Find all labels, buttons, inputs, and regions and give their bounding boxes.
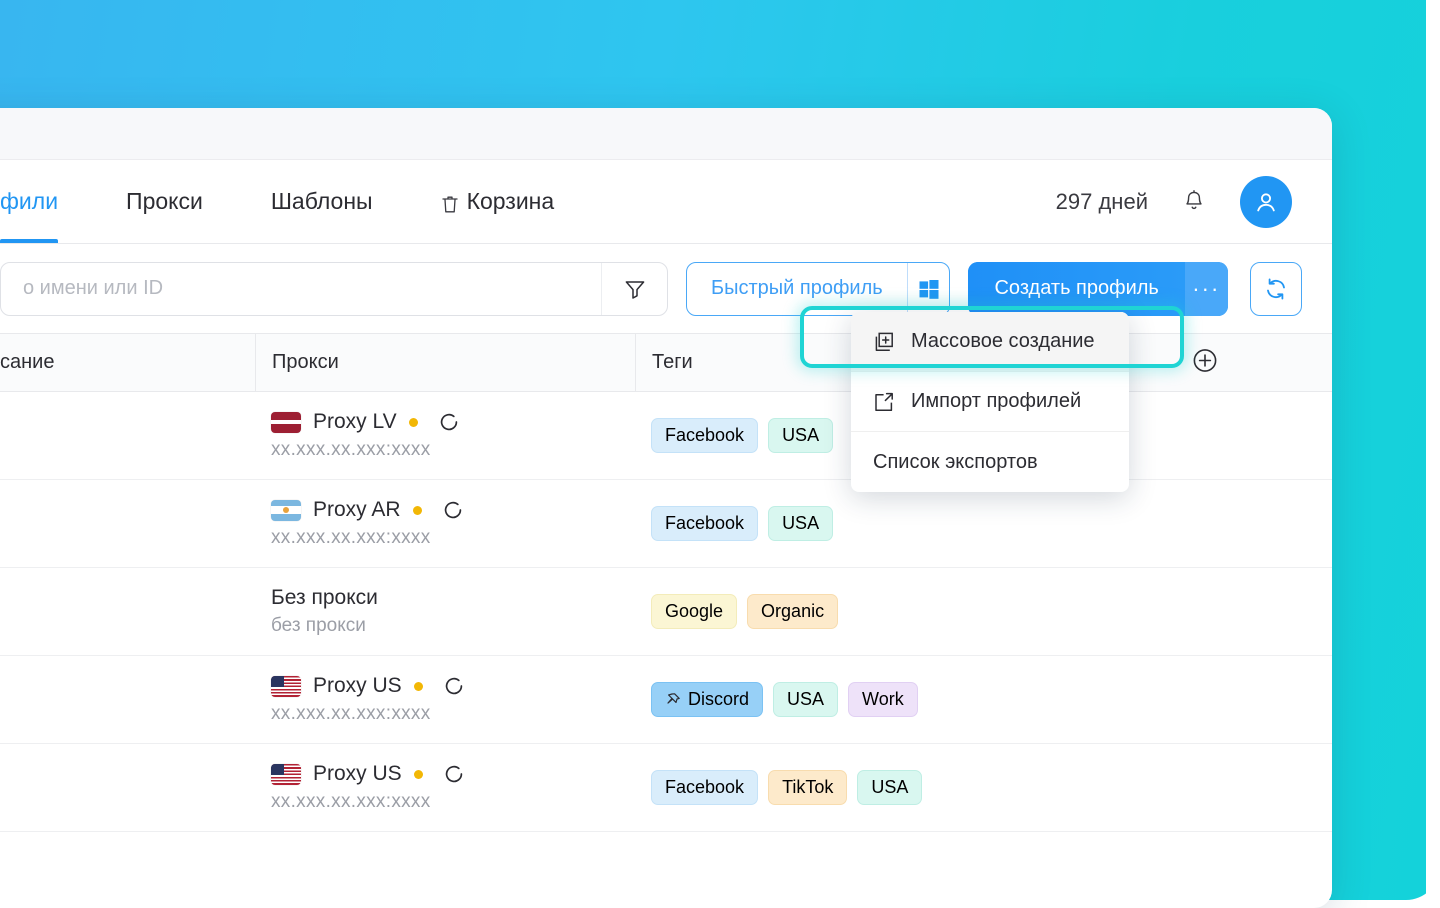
proxy-refresh-icon[interactable] xyxy=(443,763,465,785)
cell-proxy: Proxy LV xx.xxx.xx.xxx:xxxx xyxy=(255,392,635,479)
proxy-refresh-icon[interactable] xyxy=(438,411,460,433)
cell-tags: Facebook TikTok USA xyxy=(635,744,1035,831)
proxy-refresh-icon[interactable] xyxy=(443,675,465,697)
create-profile-dropdown-menu: Массовое создание Импорт профилей Список… xyxy=(851,312,1129,492)
cell-proxy: Без прокси без прокси xyxy=(255,568,635,655)
tag-chip[interactable]: USA xyxy=(768,506,833,541)
flag-usa-icon xyxy=(271,764,301,785)
cell-proxy: Proxy US xx.xxx.xx.xxx:xxxx xyxy=(255,744,635,831)
tab-proxies-label: Прокси xyxy=(126,188,203,215)
proxy-name: Proxy US xyxy=(313,762,402,786)
proxy-name: Без прокси xyxy=(271,586,635,610)
status-dot xyxy=(413,506,422,515)
flag-latvia-icon xyxy=(271,412,301,433)
cell-tags: Facebook USA xyxy=(635,480,1035,567)
refresh-button[interactable] xyxy=(1250,262,1302,316)
cell-proxy: Proxy US xx.xxx.xx.xxx:xxxx xyxy=(255,656,635,743)
nav-tabs: фили Прокси Шаблоны Корзина xyxy=(0,160,622,243)
window-title-bar xyxy=(0,108,1332,160)
user-avatar[interactable] xyxy=(1240,176,1292,228)
cell-description xyxy=(0,568,255,655)
cell-description xyxy=(0,744,255,831)
tag-chip-pinned[interactable]: Discord xyxy=(651,682,763,717)
tag-chip[interactable]: Work xyxy=(848,682,918,717)
menu-item-export-list[interactable]: Список экспортов xyxy=(851,432,1129,492)
table-row[interactable]: Proxy AR xx.xxx.xx.xxx:xxxx Facebook USA xyxy=(0,480,1332,568)
flag-argentina-icon xyxy=(271,500,301,521)
proxy-name: Proxy LV xyxy=(313,410,397,434)
backdrop-right-mask xyxy=(1426,0,1440,900)
tag-chip[interactable]: USA xyxy=(857,770,922,805)
quick-profile-button[interactable]: Быстрый профиль xyxy=(687,263,907,315)
menu-item-import-profiles[interactable]: Импорт профилей xyxy=(851,372,1129,432)
tab-trash[interactable]: Корзина xyxy=(441,160,555,243)
table-row[interactable]: Proxy US xx.xxx.xx.xxx:xxxx Discord USA … xyxy=(0,656,1332,744)
proxy-name: Proxy US xyxy=(313,674,402,698)
bulk-create-icon xyxy=(873,331,895,353)
app-window: фили Прокси Шаблоны Корзина 297 дней xyxy=(0,108,1332,908)
action-toolbar: Быстрый профиль Создать профиль ··· xyxy=(0,244,1332,334)
proxy-refresh-icon[interactable] xyxy=(442,499,464,521)
tab-profiles[interactable]: фили xyxy=(0,160,58,243)
tag-chip[interactable]: USA xyxy=(773,682,838,717)
status-dot xyxy=(414,770,423,779)
tab-profiles-label: фили xyxy=(0,188,58,215)
bell-icon[interactable] xyxy=(1182,189,1206,215)
proxy-address: без прокси xyxy=(271,615,635,637)
import-icon xyxy=(873,391,895,413)
tab-templates[interactable]: Шаблоны xyxy=(271,160,373,243)
filter-funnel-icon[interactable] xyxy=(601,263,667,315)
proxy-address: xx.xxx.xx.xxx:xxxx xyxy=(271,527,635,549)
column-header-proxy: Прокси xyxy=(255,334,635,391)
cell-description xyxy=(0,392,255,479)
create-profile-button[interactable]: Создать профиль xyxy=(968,262,1184,316)
status-dot xyxy=(414,682,423,691)
tag-chip[interactable]: Google xyxy=(651,594,737,629)
create-profile-group: Создать профиль ··· xyxy=(968,262,1227,316)
top-navigation-bar: фили Прокси Шаблоны Корзина 297 дней xyxy=(0,160,1332,244)
create-profile-more-button[interactable]: ··· xyxy=(1185,262,1228,316)
table-row[interactable]: Без прокси без прокси Google Organic xyxy=(0,568,1332,656)
days-remaining: 297 дней xyxy=(1056,189,1148,215)
add-circle-icon[interactable] xyxy=(1192,347,1218,378)
tab-trash-label: Корзина xyxy=(467,188,555,215)
cell-description xyxy=(0,480,255,567)
nav-right-group: 297 дней xyxy=(1056,176,1302,228)
tag-chip[interactable]: TikTok xyxy=(768,770,847,805)
tag-chip[interactable]: USA xyxy=(768,418,833,453)
table-row[interactable]: Proxy US xx.xxx.xx.xxx:xxxx Facebook Tik… xyxy=(0,744,1332,832)
table-row[interactable]: Proxy LV xx.xxx.xx.xxx:xxxx Facebook USA xyxy=(0,392,1332,480)
menu-item-import-profiles-label: Импорт профилей xyxy=(911,390,1081,413)
menu-item-bulk-create-label: Массовое создание xyxy=(911,330,1095,353)
proxy-address: xx.xxx.xx.xxx:xxxx xyxy=(271,791,635,813)
proxy-address: xx.xxx.xx.xxx:xxxx xyxy=(271,703,635,725)
quick-profile-group: Быстрый профиль xyxy=(686,262,950,316)
windows-icon[interactable] xyxy=(907,263,950,315)
flag-usa-icon xyxy=(271,676,301,697)
tab-proxies[interactable]: Прокси xyxy=(126,160,203,243)
cell-proxy: Proxy AR xx.xxx.xx.xxx:xxxx xyxy=(255,480,635,567)
proxy-name: Proxy AR xyxy=(313,498,401,522)
cell-tags: Google Organic xyxy=(635,568,1035,655)
table-header-row: сание Прокси Теги xyxy=(0,334,1332,392)
trash-icon xyxy=(441,193,459,213)
tag-chip[interactable]: Facebook xyxy=(651,770,758,805)
proxy-address: xx.xxx.xx.xxx:xxxx xyxy=(271,439,635,461)
pin-icon xyxy=(665,692,681,708)
cell-description xyxy=(0,656,255,743)
tag-chip[interactable]: Organic xyxy=(747,594,838,629)
menu-item-bulk-create[interactable]: Массовое создание xyxy=(851,312,1129,372)
search-field-wrapper xyxy=(0,262,668,316)
menu-item-export-list-label: Список экспортов xyxy=(873,451,1038,474)
tab-templates-label: Шаблоны xyxy=(271,188,373,215)
tag-chip[interactable]: Facebook xyxy=(651,506,758,541)
tag-chip[interactable]: Facebook xyxy=(651,418,758,453)
tag-chip-label: Discord xyxy=(688,689,749,710)
status-dot xyxy=(409,418,418,427)
cell-tags: Discord USA Work xyxy=(635,656,1035,743)
column-header-description: сание xyxy=(0,334,255,391)
search-input[interactable] xyxy=(1,263,601,315)
